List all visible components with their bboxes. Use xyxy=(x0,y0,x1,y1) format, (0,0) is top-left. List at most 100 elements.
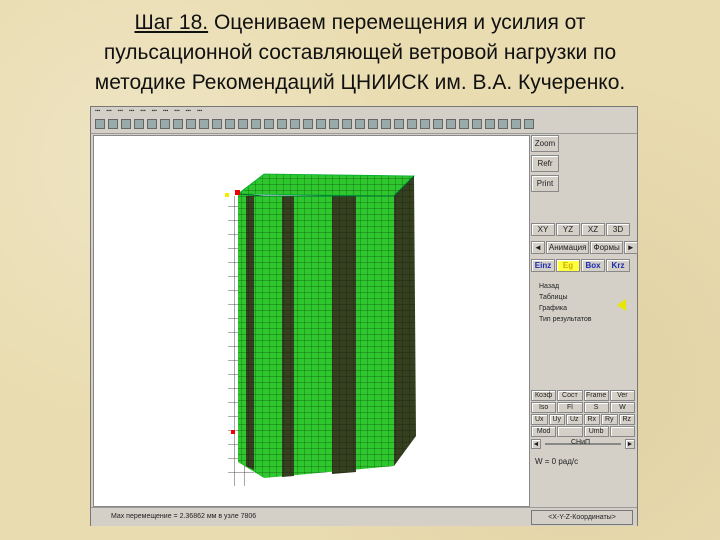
tool-icon[interactable] xyxy=(199,119,209,129)
iso-button[interactable]: Iso xyxy=(531,402,557,413)
tool-icon[interactable] xyxy=(316,119,326,129)
w-button[interactable]: W xyxy=(609,402,635,413)
ry-button[interactable]: Ry xyxy=(601,414,618,425)
tool-icon[interactable] xyxy=(186,119,196,129)
print-button[interactable]: Print xyxy=(531,175,559,192)
menu-item[interactable]: ▪▪▪ xyxy=(129,108,134,116)
slide-title: Шаг 18. Оцениваем перемещения и усилия о… xyxy=(0,8,720,98)
tab-eg[interactable]: Eg xyxy=(556,259,580,272)
tool-icon[interactable] xyxy=(394,119,404,129)
blank-button[interactable] xyxy=(609,426,635,437)
tool-icon[interactable] xyxy=(472,119,482,129)
status-bar: Max перемещение = 2.36862 мм в узле 7806… xyxy=(91,507,637,526)
tool-icon[interactable] xyxy=(446,119,456,129)
tool-icon[interactable] xyxy=(251,119,261,129)
tool-icon[interactable] xyxy=(368,119,378,129)
dark-column xyxy=(246,196,254,470)
tab-einz[interactable]: Einz xyxy=(531,259,555,272)
tool-icon[interactable] xyxy=(329,119,339,129)
menu-bar: ▪▪▪ ▪▪▪ ▪▪▪ ▪▪▪ ▪▪▪ ▪▪▪ ▪▪▪ ▪▪▪ ▪▪▪ ▪▪▪ xyxy=(95,108,202,116)
next-arrow-button[interactable]: ► xyxy=(623,241,638,254)
right-face xyxy=(394,176,416,466)
slider-right-button[interactable]: ► xyxy=(625,439,635,449)
node-marker xyxy=(235,190,240,195)
slider-left-button[interactable]: ◄ xyxy=(531,439,541,449)
uz-button[interactable]: Uz xyxy=(566,414,583,425)
result-tabs: Einz Eg Box Krz xyxy=(531,259,630,272)
option-tables[interactable]: Таблицы xyxy=(539,292,592,303)
mod-button[interactable]: Mod xyxy=(531,426,557,437)
step-label: Шаг 18. xyxy=(134,11,209,34)
tool-icon[interactable] xyxy=(290,119,300,129)
option-back[interactable]: Назад xyxy=(539,281,592,292)
tab-krz[interactable]: Krz xyxy=(606,259,630,272)
title-line3: методике Рекомендаций ЦНИИСК им. В.А. Ку… xyxy=(94,71,626,94)
tool-icon[interactable] xyxy=(121,119,131,129)
tool-icon[interactable] xyxy=(303,119,313,129)
tool-icon[interactable] xyxy=(277,119,287,129)
uy-button[interactable]: Uy xyxy=(548,414,565,425)
tool-icon[interactable] xyxy=(173,119,183,129)
tool-icon[interactable] xyxy=(108,119,118,129)
tool-icon[interactable] xyxy=(212,119,222,129)
building-mesh-model xyxy=(225,173,416,486)
ux-button[interactable]: Ux xyxy=(531,414,548,425)
tool-icon[interactable] xyxy=(433,119,443,129)
load-case-slider[interactable]: ◄ СНиП ► xyxy=(531,438,635,450)
umb-button[interactable]: Umb xyxy=(583,426,609,437)
zoom-button[interactable]: Zoom xyxy=(531,135,559,152)
tab-forms[interactable]: Формы xyxy=(590,241,623,254)
tab-sost[interactable]: Сост xyxy=(557,390,583,401)
s-button[interactable]: S xyxy=(583,402,609,413)
tool-icon[interactable] xyxy=(225,119,235,129)
tab-animation[interactable]: Анимация xyxy=(545,241,590,254)
node-marker xyxy=(231,430,235,434)
tool-icon[interactable] xyxy=(238,119,248,129)
tool-icon[interactable] xyxy=(160,119,170,129)
prev-arrow-button[interactable]: ◄ xyxy=(531,241,545,254)
tool-icon[interactable] xyxy=(511,119,521,129)
tool-icon[interactable] xyxy=(355,119,365,129)
row-mod: Mod Umb xyxy=(531,426,635,437)
model-viewport[interactable] xyxy=(93,135,530,507)
tool-icon[interactable] xyxy=(381,119,391,129)
tool-icon[interactable] xyxy=(342,119,352,129)
option-result-type[interactable]: Тип результатов xyxy=(539,314,592,325)
tool-icon[interactable] xyxy=(485,119,495,129)
fl-button[interactable]: Fl xyxy=(557,402,583,413)
tab-ver[interactable]: Ver xyxy=(609,390,635,401)
pointer-arrow-icon xyxy=(617,299,626,311)
menu-item[interactable]: ▪▪▪ xyxy=(95,108,100,116)
tool-icon[interactable] xyxy=(420,119,430,129)
menu-item[interactable]: ▪▪▪ xyxy=(163,108,168,116)
menu-item[interactable]: ▪▪▪ xyxy=(186,108,191,116)
tool-icon[interactable] xyxy=(134,119,144,129)
tab-box[interactable]: Box xyxy=(581,259,605,272)
coordinates-button[interactable]: <X-Y-Z-Координаты> xyxy=(531,510,633,525)
menu-item[interactable]: ▪▪▪ xyxy=(174,108,179,116)
view-3d-button[interactable]: 3D xyxy=(606,223,630,236)
menu-item[interactable]: ▪▪▪ xyxy=(152,108,157,116)
tool-icon[interactable] xyxy=(147,119,157,129)
refresh-button[interactable]: Refr xyxy=(531,155,559,172)
rz-button[interactable]: Rz xyxy=(618,414,635,425)
menu-item[interactable]: ▪▪▪ xyxy=(140,108,145,116)
view-yz-button[interactable]: YZ xyxy=(556,223,580,236)
tool-icon[interactable] xyxy=(407,119,417,129)
tool-icon[interactable] xyxy=(524,119,534,129)
menu-item[interactable]: ▪▪▪ xyxy=(106,108,111,116)
tool-icon[interactable] xyxy=(95,119,105,129)
tab-coef[interactable]: Коэф xyxy=(531,390,557,401)
blank-button[interactable] xyxy=(557,426,583,437)
tool-icon[interactable] xyxy=(264,119,274,129)
tool-icon[interactable] xyxy=(459,119,469,129)
rx-button[interactable]: Rx xyxy=(583,414,600,425)
anim-forms-tabs: ◄ Анимация Формы ► xyxy=(531,241,638,254)
view-xz-button[interactable]: XZ xyxy=(581,223,605,236)
menu-item[interactable]: ▪▪▪ xyxy=(118,108,123,116)
tab-frame[interactable]: Frame xyxy=(583,390,609,401)
menu-item[interactable]: ▪▪▪ xyxy=(197,108,202,116)
option-graphics[interactable]: Графика xyxy=(539,303,592,314)
view-xy-button[interactable]: XY xyxy=(531,223,555,236)
tool-icon[interactable] xyxy=(498,119,508,129)
